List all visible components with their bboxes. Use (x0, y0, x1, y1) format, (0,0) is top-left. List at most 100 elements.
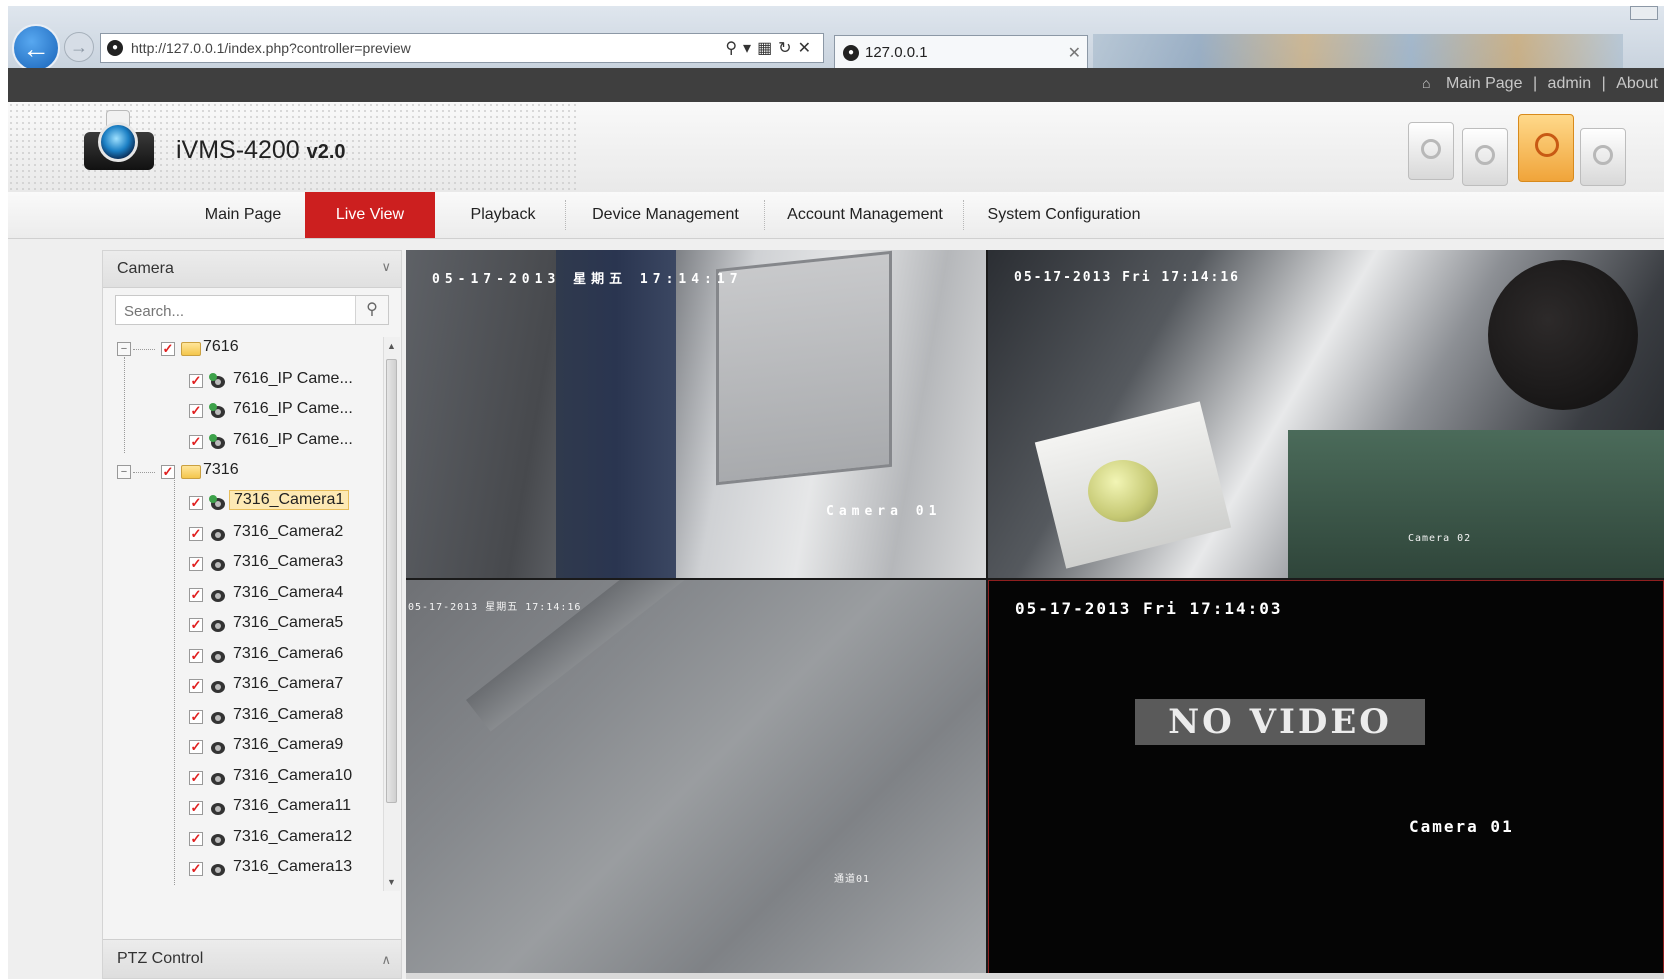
camera-panel-title: Camera (117, 260, 174, 277)
camera-checkbox[interactable]: ✓ (189, 862, 203, 876)
tree-camera-row[interactable]: ✓ 7316_Camera7 (103, 671, 363, 699)
tree-camera-row[interactable]: ✓ 7316_Camera3 (103, 549, 363, 577)
video-tile-3[interactable]: 05-17-2013 星期五 17:14:16 通道01 (406, 580, 986, 979)
window-minimize-button[interactable] (1630, 6, 1658, 20)
collapse-toggle-icon[interactable]: − (117, 342, 131, 356)
tree-camera-row[interactable]: ✓ 7316_Camera6 (103, 641, 363, 669)
group-checkbox[interactable]: ✓ (161, 465, 175, 479)
url-text[interactable]: http://127.0.0.1/index.php?controller=pr… (131, 40, 411, 56)
device-mode-icon[interactable] (1462, 128, 1508, 186)
tree-camera-row[interactable]: ✓ 7316_Camera8 (103, 702, 363, 730)
control-panel-mode-icon[interactable] (1408, 122, 1454, 180)
tree-camera-row[interactable]: ✓ 7316_Camera11 (103, 793, 363, 821)
expand-chevron-icon[interactable]: ∧ (381, 952, 391, 968)
scroll-up-icon[interactable]: ▲ (387, 341, 396, 351)
nav-device-management[interactable]: Device Management (578, 192, 753, 238)
camera-panel: Camera ∨ ⚲ − ✓ 7616 ✓ 7616_IP Came... (102, 250, 402, 979)
camera-search-box: ⚲ (115, 295, 389, 326)
tree-camera-row[interactable]: ✓ 7616_IP Came... (103, 427, 363, 455)
browser-tab[interactable]: ● 127.0.0.1 ✕ (834, 35, 1088, 68)
camera-online-icon (209, 494, 227, 512)
collapse-chevron-icon[interactable]: ∨ (381, 259, 391, 275)
tree-camera-row[interactable]: ✓ 7316_Camera5 (103, 610, 363, 638)
video-tile-4[interactable]: 05-17-2013 Fri 17:14:03 NO VIDEO Camera … (988, 580, 1664, 979)
group-checkbox[interactable]: ✓ (161, 342, 175, 356)
browser-favorites-strip (1093, 34, 1623, 68)
camera-checkbox[interactable]: ✓ (189, 801, 203, 815)
camera-checkbox[interactable]: ✓ (189, 374, 203, 388)
camera-label: 7316_Camera8 (233, 706, 344, 723)
nav-main-page[interactable]: Main Page (188, 192, 298, 238)
nav-divider (963, 200, 965, 230)
playback-mode-icon[interactable] (1580, 128, 1626, 186)
scroll-down-icon[interactable]: ▼ (387, 877, 396, 887)
search-icon[interactable]: ⚲ (355, 296, 388, 324)
tab-title: 127.0.0.1 (865, 44, 928, 61)
forward-arrow-icon[interactable]: → (64, 32, 94, 62)
camera-label: 7316_Camera5 (233, 614, 344, 631)
camera-checkbox[interactable]: ✓ (189, 404, 203, 418)
camera-icon (209, 586, 227, 604)
camera-checkbox[interactable]: ✓ (189, 435, 203, 449)
camera-label: 7316_Camera3 (233, 553, 344, 570)
tree-group-7316[interactable]: − ✓ 7316 (103, 458, 363, 486)
nav-live-view[interactable]: Live View (305, 192, 435, 238)
ptz-panel-header[interactable]: PTZ Control ∧ (103, 939, 401, 978)
camera-checkbox[interactable]: ✓ (189, 557, 203, 571)
app-name: iVMS-4200 (176, 136, 300, 164)
tree-camera-row-selected[interactable]: ✓ 7316_Camera1 (103, 488, 363, 516)
tree-camera-row[interactable]: ✓ 7316_Camera13 (103, 854, 363, 882)
camera-checkbox[interactable]: ✓ (189, 710, 203, 724)
video-tile-2[interactable]: 05-17-2013 Fri 17:14:16 Camera 02 (988, 250, 1664, 578)
camera-checkbox[interactable]: ✓ (189, 649, 203, 663)
tree-camera-row[interactable]: ✓ 7616_IP Came... (103, 396, 363, 424)
main-page-link[interactable]: Main Page (1446, 75, 1523, 92)
tree-camera-row[interactable]: ✓ 7616_IP Came... (103, 366, 363, 394)
address-tools[interactable]: ⚲▾▦↻✕ (725, 38, 817, 58)
tab-close-icon[interactable]: ✕ (1068, 43, 1081, 63)
video-timestamp: 05-17-2013 星期五 17:14:16 (408, 602, 582, 613)
group-label: 7316 (203, 461, 239, 478)
camera-panel-header[interactable]: Camera ∨ (103, 251, 401, 288)
tree-camera-row[interactable]: ✓ 7316_Camera12 (103, 824, 363, 852)
video-scene (1488, 260, 1638, 410)
collapse-toggle-icon[interactable]: − (117, 465, 131, 479)
camera-checkbox[interactable]: ✓ (189, 496, 203, 510)
tree-camera-row[interactable]: ✓ 7316_Camera2 (103, 519, 363, 547)
tab-favicon-icon: ● (843, 45, 859, 61)
camera-checkbox[interactable]: ✓ (189, 771, 203, 785)
camera-checkbox[interactable]: ✓ (189, 740, 203, 754)
nav-playback[interactable]: Playback (448, 192, 558, 238)
video-tile-1[interactable]: 05-17-2013 星期五 17:14:17 Camera 01 (406, 250, 986, 578)
camera-icon (209, 860, 227, 878)
live-view-mode-icon[interactable] (1518, 114, 1574, 182)
camera-label: 7316_Camera1 (229, 490, 350, 510)
user-link[interactable]: admin (1548, 75, 1592, 92)
nav-account-management[interactable]: Account Management (775, 192, 955, 238)
ip-camera-online-icon (209, 372, 227, 390)
camera-checkbox[interactable]: ✓ (189, 618, 203, 632)
address-bar[interactable]: ● http://127.0.0.1/index.php?controller=… (100, 33, 824, 63)
tree-camera-row[interactable]: ✓ 7316_Camera9 (103, 732, 363, 760)
camera-checkbox[interactable]: ✓ (189, 679, 203, 693)
camera-search-input[interactable] (116, 296, 366, 326)
video-timestamp: 05-17-2013 星期五 17:14:17 (432, 272, 743, 287)
nav-system-configuration[interactable]: System Configuration (974, 192, 1154, 238)
camera-icon (209, 769, 227, 787)
tree-camera-row[interactable]: ✓ 7316_Camera4 (103, 580, 363, 608)
camera-icon (209, 738, 227, 756)
camera-icon (209, 830, 227, 848)
camera-icon (209, 799, 227, 817)
tree-scrollbar[interactable]: ▲ ▼ (383, 337, 400, 891)
camera-checkbox[interactable]: ✓ (189, 588, 203, 602)
home-icon[interactable]: ⌂ (1422, 75, 1436, 91)
about-link[interactable]: About (1616, 75, 1658, 92)
scrollbar-thumb[interactable] (386, 359, 397, 803)
tree-camera-row[interactable]: ✓ 7316_Camera10 (103, 763, 363, 791)
video-toolbar (406, 973, 1664, 979)
tree-group-7616[interactable]: − ✓ 7616 (103, 335, 363, 363)
video-camera-label: Camera 02 (1408, 533, 1472, 544)
camera-checkbox[interactable]: ✓ (189, 527, 203, 541)
back-arrow-icon[interactable]: ← (12, 24, 60, 72)
camera-checkbox[interactable]: ✓ (189, 832, 203, 846)
